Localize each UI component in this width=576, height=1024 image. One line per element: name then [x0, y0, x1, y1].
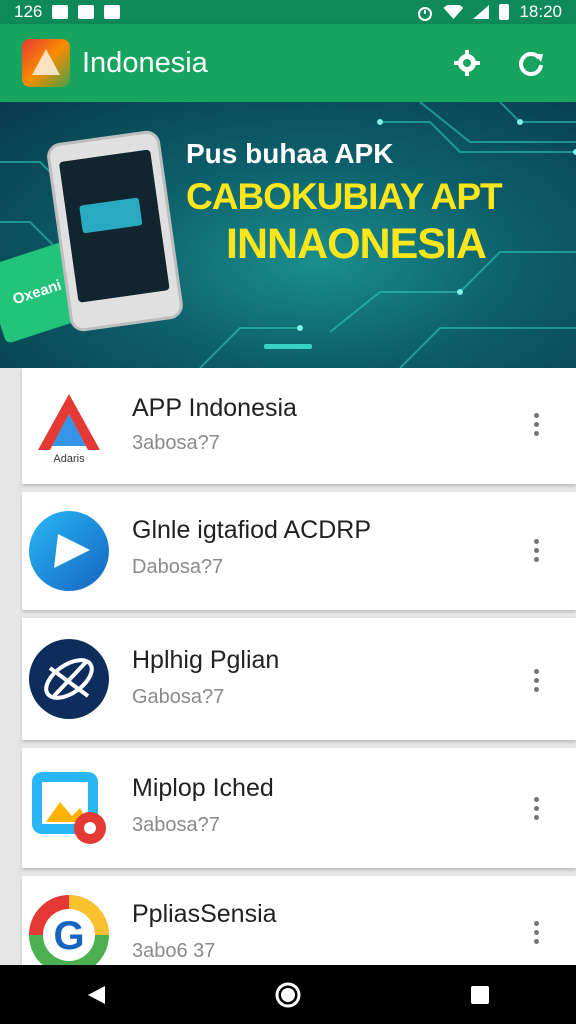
status-left-text: 126 — [14, 2, 43, 21]
promo-banner[interactable]: Oxeani Pus buhaa APK CABOKUBIAY APT INNA… — [0, 102, 576, 368]
app-title: Glnle igtafiod ACDRP — [132, 516, 372, 544]
banner-line-2: CABOKUBIAY APT — [186, 176, 503, 217]
signal-icon — [473, 5, 490, 19]
app-subtitle: Gabosa?7 — [132, 686, 225, 708]
app-bar: Indonesia — [0, 24, 576, 102]
overflow-menu-button[interactable] — [524, 788, 548, 828]
camera-icon — [52, 5, 69, 19]
overflow-menu-button[interactable] — [524, 660, 548, 700]
recents-button[interactable] — [450, 970, 510, 1020]
recents-icon — [471, 985, 489, 1004]
home-icon — [275, 982, 301, 1007]
app-logo-icon — [22, 39, 70, 87]
list-item[interactable]: Hplhig Pglian Gabosa?7 — [22, 618, 576, 740]
alarm-icon — [417, 5, 433, 21]
app-title: Hplhig Pglian — [132, 646, 280, 674]
navigation-bar — [0, 965, 576, 1024]
app-title: Miplop Iched — [132, 774, 274, 802]
app-subtitle: 3abosa?7 — [132, 814, 220, 836]
refresh-button[interactable] — [508, 40, 554, 86]
svg-text:G: G — [53, 914, 84, 958]
list-item[interactable]: Adaris APP Indonesia 3abosa?7 — [22, 368, 576, 484]
app-subtitle: 3abosa?7 — [132, 432, 220, 454]
app-subtitle: Dabosa?7 — [132, 556, 224, 578]
app-title: PpliasSensia — [132, 900, 277, 928]
app-subtitle: 3abo6 37 — [132, 940, 216, 962]
google-g-icon: G — [28, 894, 110, 976]
overflow-menu-button[interactable] — [524, 404, 548, 444]
battery-icon — [499, 4, 510, 20]
banner-line-3: INNAONESIA — [226, 220, 487, 268]
dark-globe-icon — [28, 638, 110, 720]
settings-button[interactable] — [444, 40, 490, 86]
app-title: Indonesia — [82, 46, 208, 79]
home-button[interactable] — [258, 970, 318, 1020]
app-title: APP Indonesia — [132, 394, 297, 422]
list-item[interactable]: G PpliasSensia 3abo6 37 — [22, 876, 576, 976]
photo-icon — [78, 5, 95, 19]
back-icon — [88, 985, 105, 1004]
blue-play-icon — [28, 510, 110, 592]
download-icon — [104, 5, 121, 19]
status-time: 18:20 — [519, 2, 562, 21]
carousel-indicator — [264, 344, 312, 349]
status-bar: 126 18:20 — [0, 0, 576, 24]
overflow-menu-button[interactable] — [524, 530, 548, 570]
settings-gear-icon — [454, 50, 480, 76]
refresh-icon — [519, 52, 543, 77]
overflow-menu-button[interactable] — [524, 912, 548, 952]
photo-editor-icon — [28, 766, 110, 848]
app-indonesia-logo-icon: Adaris — [28, 386, 110, 468]
back-button[interactable] — [66, 970, 126, 1020]
wifi-icon — [443, 5, 464, 19]
banner-line-1: Pus buhaa APK — [186, 138, 394, 169]
list-item[interactable]: Miplop Iched 3abosa?7 — [22, 748, 576, 868]
svg-text:Adaris: Adaris — [53, 453, 85, 465]
list-item[interactable]: Glnle igtafiod ACDRP Dabosa?7 — [22, 492, 576, 610]
